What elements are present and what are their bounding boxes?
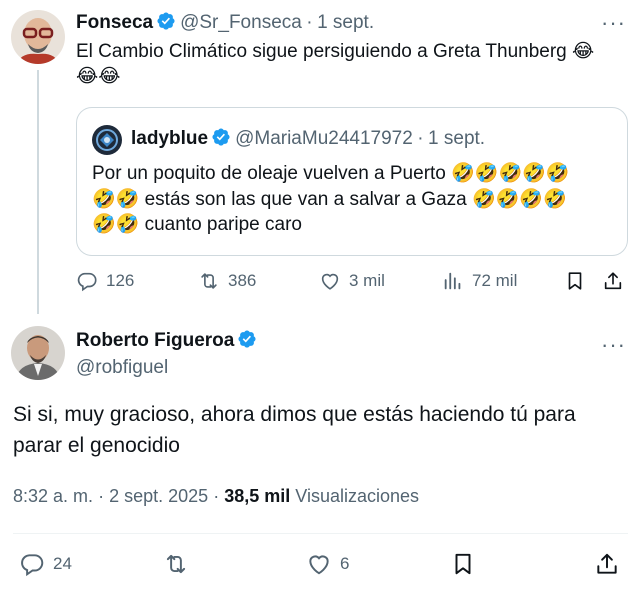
repost-button[interactable]: 386 <box>198 270 256 292</box>
reply-icon <box>21 554 44 577</box>
tweet1-action-bar: 126 386 3 mil 72 mil <box>76 270 636 300</box>
heart-icon <box>321 273 339 290</box>
reply-icon <box>77 272 97 292</box>
like-count: 6 <box>340 554 350 573</box>
like-button[interactable]: 6 <box>306 551 349 577</box>
views-count: 72 mil <box>472 271 518 290</box>
share-button[interactable] <box>594 551 628 577</box>
tweet1-header: Fonseca @Sr_Fonseca · 1 sept. <box>76 11 374 34</box>
like-count: 3 mil <box>349 271 385 290</box>
quoted-text-line1: Por un poquito de oleaje vuelven a Puert… <box>92 163 570 184</box>
reply-count: 24 <box>53 554 72 573</box>
repost-button[interactable] <box>163 551 197 577</box>
more-options-icon[interactable]: ··· <box>601 334 626 356</box>
bookmark-icon <box>455 553 471 575</box>
author-name[interactable]: Roberto Figueroa <box>76 330 234 351</box>
separator-dot: · <box>306 12 313 33</box>
quoted-text-line2: 🤣🤣 estás son las que van a salvar a Gaza… <box>92 188 567 210</box>
tweet-date[interactable]: 1 sept. <box>317 12 374 33</box>
views-button[interactable]: 72 mil <box>442 270 517 292</box>
reply-count: 126 <box>106 271 135 290</box>
repost-icon <box>166 554 186 574</box>
tweet1-text-line2: 😂😂 <box>76 66 121 87</box>
author-handle[interactable]: @robfiguel <box>76 357 168 379</box>
avatar-fonseca[interactable] <box>11 10 65 64</box>
like-button[interactable]: 3 mil <box>319 270 385 292</box>
divider <box>13 533 628 534</box>
analytics-icon <box>444 272 461 290</box>
share-icon <box>604 272 622 290</box>
thread-connector-line <box>37 70 39 314</box>
tweet2-text: Si si, muy gracioso, ahora dimos que est… <box>13 403 576 457</box>
tweet-metadata: 8:32 a. m. · 2 sept. 2025 · 38,5 mil Vis… <box>13 486 419 507</box>
separator-dot: · <box>417 128 424 149</box>
reply-button[interactable]: 126 <box>76 270 134 292</box>
tweet-time[interactable]: 8:32 a. m. <box>13 486 93 506</box>
quoted-tweet-date: 1 sept. <box>428 128 486 149</box>
quoted-tweet[interactable]: ladyblue @MariaMu24417972 · 1 sept. Por u… <box>76 107 628 256</box>
share-icon <box>597 553 617 574</box>
avatar-roberto-figueroa[interactable] <box>11 326 65 380</box>
tweet2-action-bar: 24 6 <box>13 551 628 581</box>
bookmark-icon <box>568 272 582 290</box>
tweet2-header: Roberto Figueroa <box>76 329 261 352</box>
bookmark-button[interactable] <box>564 270 594 292</box>
tweet1-text: El Cambio Climático sigue persiguiendo a… <box>76 39 631 89</box>
more-options-icon[interactable]: ··· <box>601 12 626 34</box>
repost-count: 386 <box>228 271 257 290</box>
quoted-text-line3: 🤣🤣 cuanto paripe caro <box>92 214 302 235</box>
avatar-ladyblue <box>92 125 122 155</box>
share-button[interactable] <box>602 270 632 292</box>
views-label: Visualizaciones <box>295 486 420 506</box>
author-name[interactable]: Fonseca <box>76 12 153 33</box>
verified-badge-icon <box>212 128 230 146</box>
views-total: 38,5 mil <box>224 486 291 506</box>
repost-icon <box>201 273 217 289</box>
quoted-tweet-header: ladyblue @MariaMu24417972 · 1 sept. <box>131 127 485 150</box>
verified-badge-icon <box>238 330 256 348</box>
bookmark-button[interactable] <box>450 551 484 577</box>
tweet1-text-line1: El Cambio Climático sigue persiguiendo a… <box>76 41 595 62</box>
tweet-date[interactable]: 2 sept. 2025 <box>109 486 208 506</box>
reply-button[interactable]: 24 <box>19 551 72 577</box>
quoted-author-handle: @MariaMu24417972 <box>235 128 413 149</box>
author-handle[interactable]: @Sr_Fonseca <box>180 12 302 33</box>
verified-badge-icon <box>157 12 175 30</box>
quoted-author-name: ladyblue <box>131 128 209 149</box>
separator-dot: · <box>98 486 105 506</box>
quoted-tweet-text: Por un poquito de oleaje vuelven a Puert… <box>92 161 617 238</box>
heart-icon <box>309 555 329 575</box>
separator-dot: · <box>213 486 220 506</box>
